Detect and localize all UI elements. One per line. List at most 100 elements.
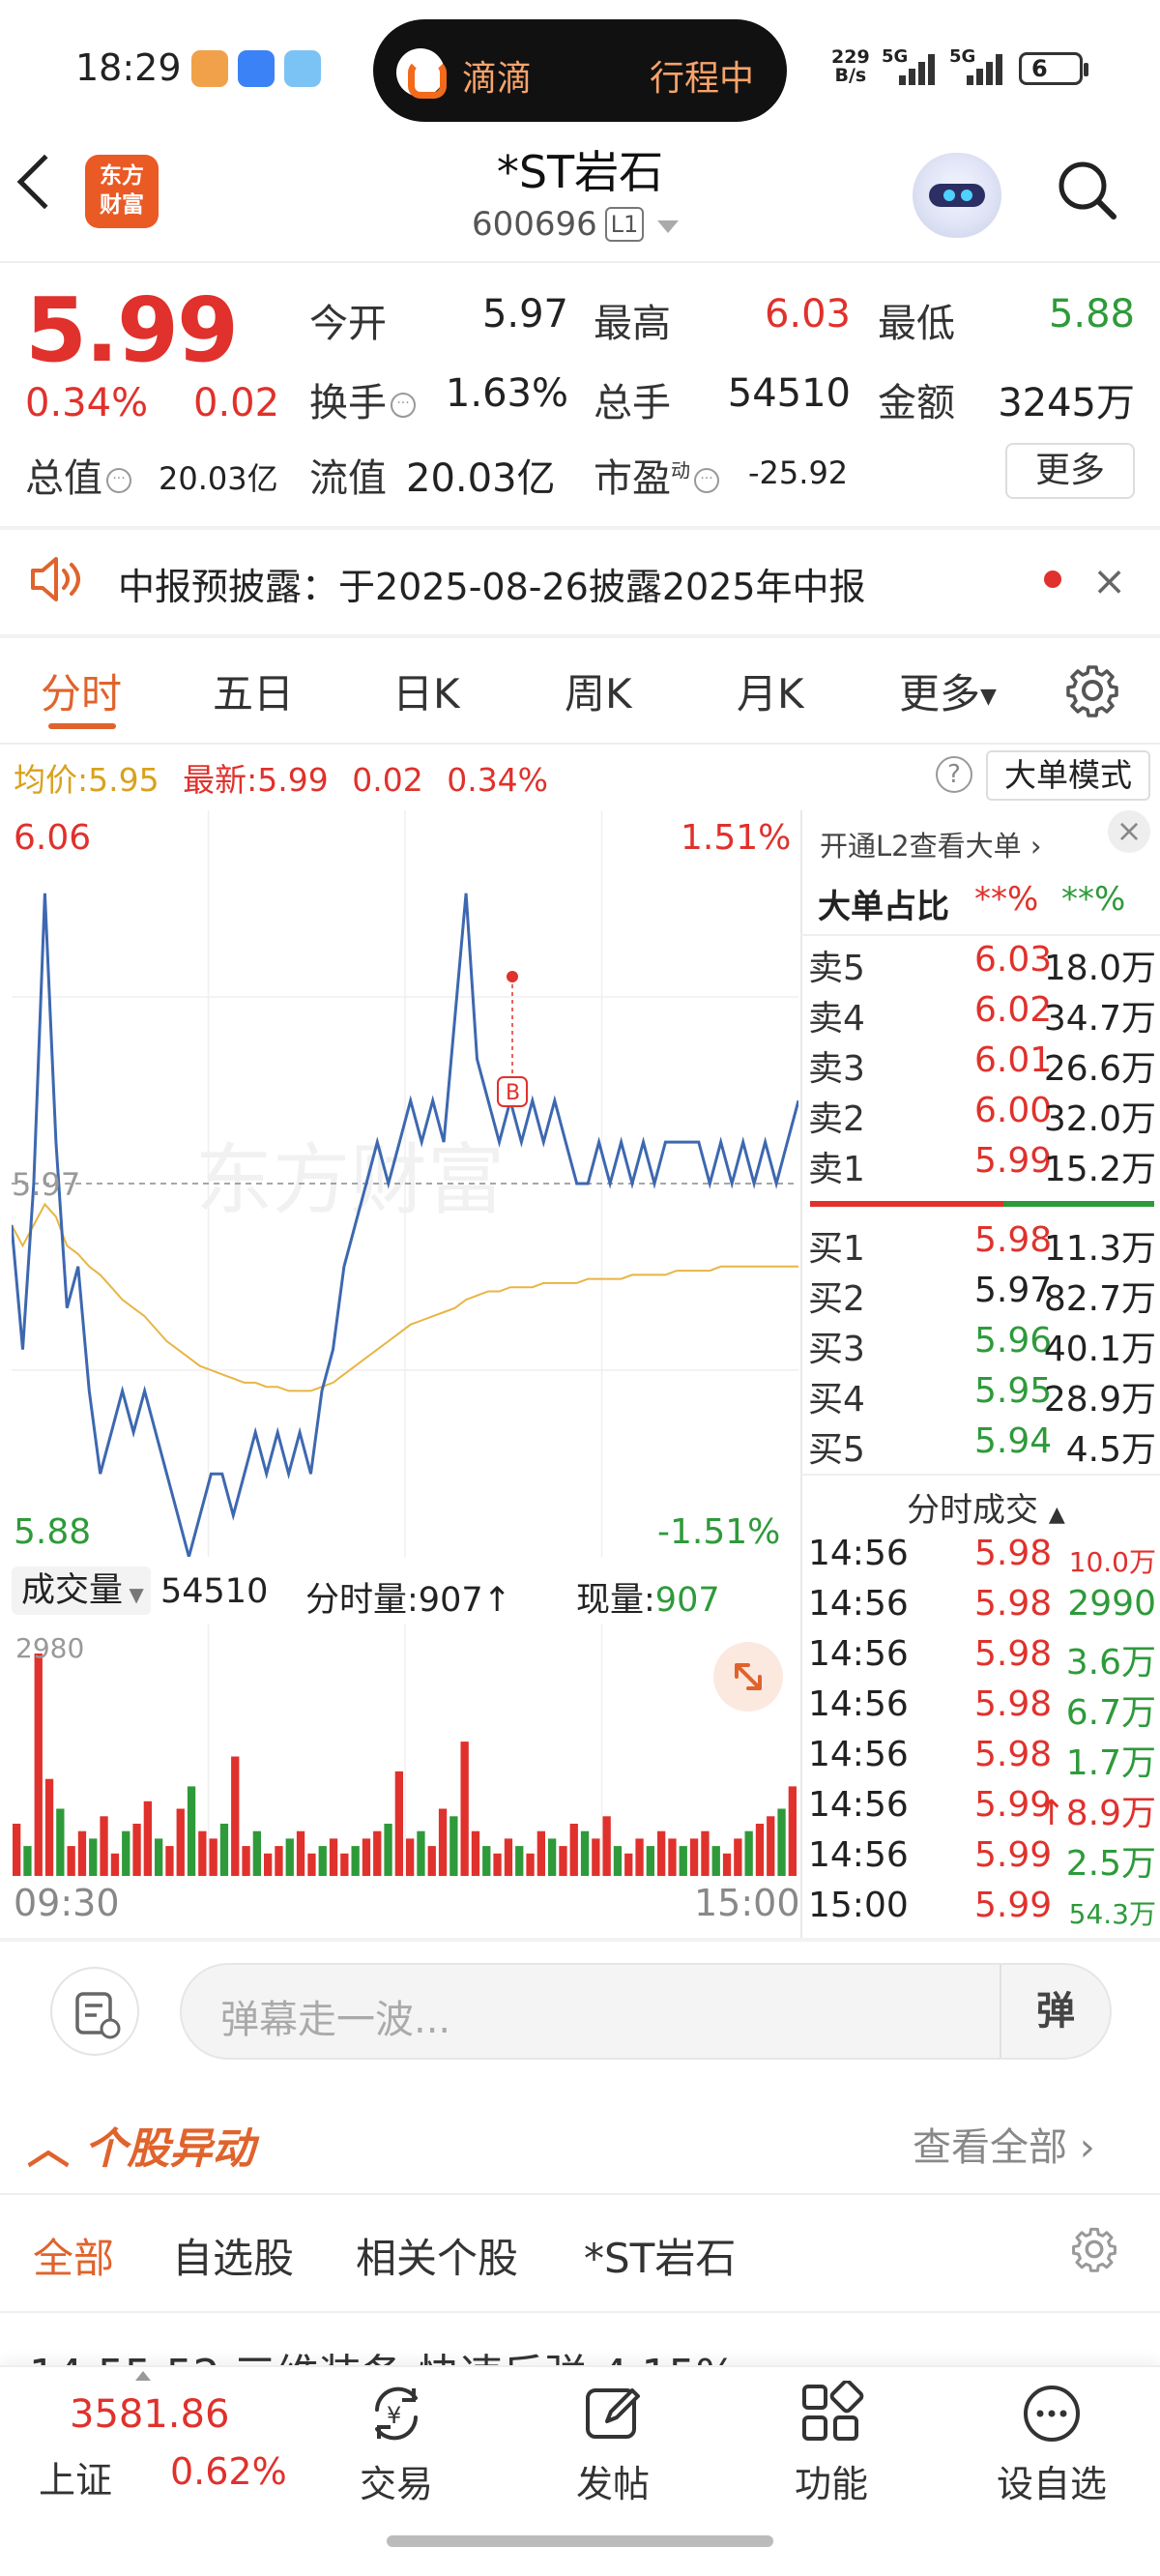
volume-bar [44,1778,54,1876]
gear-icon[interactable] [1065,663,1119,717]
trade-icon: ¥ [375,2386,418,2441]
expand-icon [735,1663,762,1690]
close-icon[interactable]: × [1092,557,1126,604]
bid-row[interactable]: 买1 5.98 11.3万 [808,1220,1156,1271]
volume-bar [143,1800,152,1876]
market-cap-label: 总值 ··· [25,447,131,503]
nav-trade[interactable]: ¥ 交易 [319,2369,474,2514]
tab-daily-k[interactable]: 日K [392,661,460,720]
filter-all[interactable]: 全部 [33,2226,114,2285]
tab-monthly-k[interactable]: 月K [737,661,804,720]
volume-bar [198,1830,207,1876]
big-order-mode-button[interactable]: 大单模式 [986,750,1150,801]
bid-row[interactable]: 买2 5.97 82.7万 [808,1271,1156,1321]
volume-bar [209,1838,218,1876]
tab-weekly-k[interactable]: 周K [565,661,632,720]
float-cap-value: 20.03亿 [406,456,556,501]
tick-row: 14:56 5.99 ↑8.9万 [808,1785,1156,1833]
tab-more[interactable]: 更多▼ [899,661,997,720]
danmaku-icon [75,1992,121,2039]
low-value: 5.88 [1048,292,1135,337]
volume-chart: 2980 [13,1625,797,1876]
ai-assistant-avatar[interactable] [913,153,1001,238]
ask-row[interactable]: 卖2 6.00 32.0万 [808,1091,1156,1141]
level2-promo-link[interactable]: 开通L2查看大单 › [820,824,1041,864]
help-icon[interactable]: ? [936,756,972,793]
tick-row: 15:00 5.99 54.3万 [808,1886,1156,1930]
high-value: 6.03 [764,292,851,337]
volume-bar [77,1830,87,1876]
more-button[interactable]: 更多 [1005,443,1135,499]
caret-down-icon: ▼ [123,1583,144,1606]
volume-bar [504,1838,513,1876]
nav-functions[interactable]: 功能 [754,2369,909,2514]
index-name[interactable]: 上证 [39,2450,112,2503]
volume-bar [602,1816,611,1876]
volume-bar [110,1853,120,1876]
ask-row[interactable]: 卖4 6.02 34.7万 [808,990,1156,1040]
chevron-down-icon[interactable] [657,220,679,233]
close-icon[interactable]: × [1108,810,1150,853]
tab-five-day[interactable]: 五日 [213,661,294,720]
volume-bar [100,1816,108,1876]
index-change[interactable]: 0.62% [170,2450,287,2493]
abnormal-section-title[interactable]: ︿ 个股异动 [27,2114,254,2176]
volume-bar [624,1853,633,1876]
amount-value: 3245万 [998,381,1135,425]
danmaku-send-button[interactable]: 弹 [1000,1965,1110,2058]
bid-row[interactable]: 买5 5.94 4.5万 [808,1421,1156,1472]
pe-label: 市盈动 ··· [594,447,719,503]
level-badge[interactable]: L1 [605,207,644,242]
time-axis-end: 15:00 [694,1882,800,1924]
volume-bar [767,1816,775,1876]
ask-row[interactable]: 卖1 5.99 15.2万 [808,1141,1156,1191]
abnormal-row-partial[interactable]: 14:55:52 三维装备 快速反弹 4.15% [29,2340,1141,2367]
volume-bar [307,1853,316,1876]
notice-text[interactable]: 中报预披露：于2025-08-26披露2025年中报 [118,557,866,610]
volume-bar [176,1808,185,1876]
change-amount: 0.02 [193,381,280,425]
volume-bar [427,1846,436,1876]
search-icon[interactable] [1056,159,1117,220]
volume-bar [417,1830,425,1876]
nav-watchlist[interactable]: 设自选 [974,2369,1129,2514]
volume-bar [569,1824,578,1876]
tick-row: 14:56 5.98 10.0万 [808,1534,1156,1578]
home-indicator [387,2535,773,2547]
gear-icon[interactable] [1071,2226,1117,2272]
volume-value: 54510 [727,371,851,416]
volume-bar [13,1824,21,1876]
info-dots-icon: ··· [106,468,131,493]
expand-chart-button[interactable] [713,1642,783,1712]
ask-row[interactable]: 卖5 6.03 18.0万 [808,940,1156,990]
nav-post[interactable]: 发帖 [536,2369,690,2514]
view-all-link[interactable]: 查看全部 › [913,2116,1095,2172]
intraday-price-chart[interactable]: 东方财富 B [12,810,798,1557]
filter-related[interactable]: 相关个股 [356,2226,518,2285]
filter-this-stock[interactable]: *ST岩石 [584,2226,736,2285]
volume-bar [264,1853,273,1876]
ticks-title[interactable]: 分时成交 ▲ [907,1483,1065,1531]
volume-bar [657,1830,666,1876]
volume-info-bar: 成交量 ▼ 54510 分时量:907↑ 现量:907 [12,1561,798,1620]
volume-bar [351,1846,360,1876]
index-value[interactable]: 3581.86 [70,2392,229,2437]
filter-watchlist[interactable]: 自选股 [172,2226,294,2285]
bid-row[interactable]: 买4 5.95 28.9万 [808,1371,1156,1421]
didi-live-activity[interactable]: 滴滴 行程中 [373,19,787,122]
danmaku-settings-button[interactable] [50,1967,139,2056]
turnover-label: 换手 ··· [309,371,416,427]
volume-indicator-select[interactable]: 成交量 ▼ [12,1566,151,1615]
danmaku-input[interactable]: 弹幕走一波... [180,1963,1112,2060]
volume-max-label: 2980 [15,1632,84,1664]
volume-bar [187,1786,196,1876]
tab-intraday[interactable]: 分时 [41,661,122,720]
ask-row[interactable]: 卖3 6.01 26.6万 [808,1040,1156,1091]
volume-bar [559,1846,567,1876]
volume-bar [777,1808,786,1876]
bid-row[interactable]: 买3 5.96 40.1万 [808,1321,1156,1371]
volume-bar [89,1838,98,1876]
turnover-value: 1.63% [445,371,568,416]
tick-row: 14:56 5.98 3.6万 [808,1634,1156,1683]
volume-bar [219,1824,229,1876]
